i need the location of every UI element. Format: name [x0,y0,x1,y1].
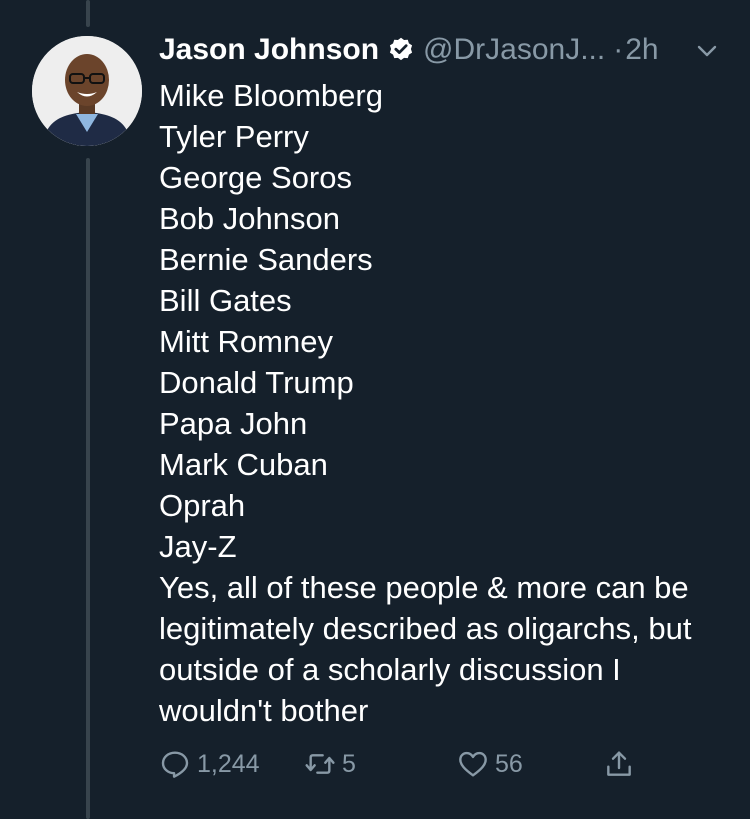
like-button[interactable]: 56 [457,748,523,780]
avatar-image [32,36,142,146]
reply-button[interactable]: 1,244 [159,748,260,780]
thread-line-top [86,0,90,27]
tweet-line: Mike Bloomberg [159,78,383,113]
separator-dot: · [613,33,624,66]
tweet-line: Bill Gates [159,283,292,318]
tweet-body: Mike Bloomberg Tyler Perry George Soros … [159,75,729,731]
heart-icon [459,751,487,777]
reply-count: 1,244 [197,749,260,778]
tweet-line: Papa John [159,406,308,441]
tweet-closing-text: Yes, all of these people & more can be l… [159,570,692,728]
tweet-line: George Soros [159,160,352,195]
author-handle[interactable]: @DrJasonJ... [423,33,605,67]
tweet-line: Bernie Sanders [159,242,373,277]
share-button[interactable] [603,748,641,780]
like-count: 56 [495,749,523,778]
tweet-line: Mitt Romney [159,324,333,359]
tweet-header: Jason Johnson @DrJasonJ... · 2h [159,30,659,70]
avatar[interactable] [32,36,142,146]
timestamp[interactable]: 2h [625,33,658,67]
retweet-count: 5 [342,749,356,778]
tweet-line: Jay-Z [159,529,237,564]
tweet-line: Tyler Perry [159,119,309,154]
tweet-line: Oprah [159,488,246,523]
tweet-actions: 1,244 5 56 [159,748,659,788]
retweet-button[interactable]: 5 [304,748,356,780]
chevron-down-icon[interactable] [694,38,720,64]
share-icon [607,751,631,776]
verified-badge-icon [387,36,415,64]
tweet-line: Donald Trump [159,365,354,400]
author-name[interactable]: Jason Johnson [159,33,379,67]
retweet-icon [305,754,335,774]
tweet-line: Bob Johnson [159,201,340,236]
tweet-line: Mark Cuban [159,447,328,482]
reply-icon [161,751,189,778]
thread-line-bottom [86,158,90,819]
